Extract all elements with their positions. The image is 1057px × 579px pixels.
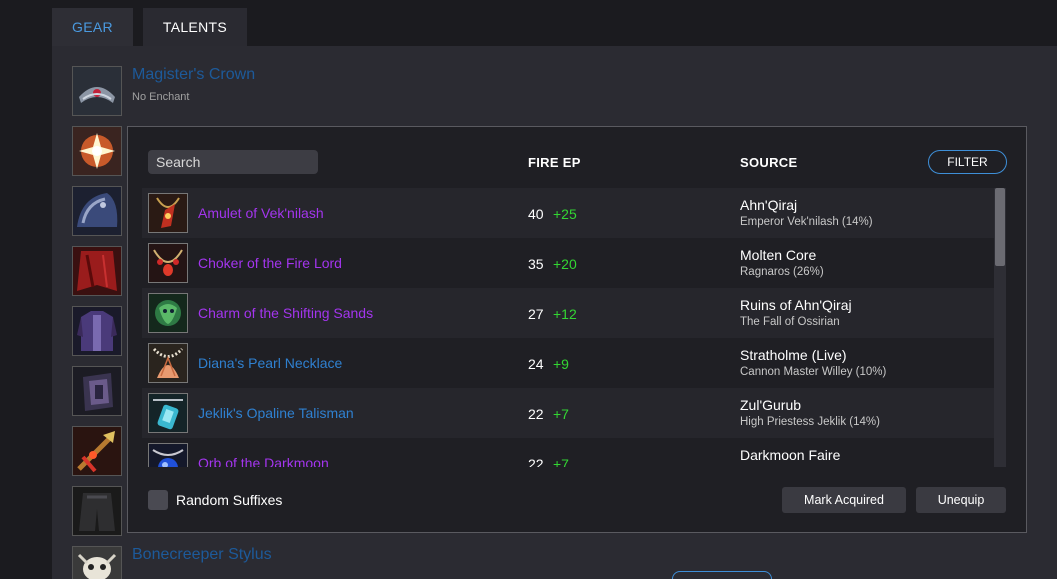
mark-acquired-button[interactable]: Mark Acquired [782,487,906,513]
left-gutter [0,0,52,579]
pearl-necklace-icon [148,343,188,383]
choker-red-icon [148,243,188,283]
filter-button[interactable]: FILTER [928,150,1007,174]
scroll-thumb[interactable] [995,188,1005,266]
trinket-slot-icon[interactable] [72,546,122,579]
shoulder-slot-icon[interactable] [72,186,122,236]
item-source-zone: Ruins of Ahn'Qiraj [740,297,852,313]
item-ep: 24 [528,356,544,372]
item-list[interactable]: Amulet of Vek'nilash 40 +25 Ahn'Qiraj Em… [142,188,994,467]
item-source-zone: Molten Core [740,247,817,263]
item-source-boss: The Fall of Ossirian [740,316,840,328]
item-name[interactable]: Charm of the Shifting Sands [198,305,373,321]
head-slot-icon[interactable] [72,66,122,116]
item-source-boss: Cannon Master Willey (10%) [740,366,887,378]
head-slot-enchant: No Enchant [132,91,190,103]
item-name[interactable]: Jeklik's Opaline Talisman [198,405,354,421]
item-source-zone: Zul'Gurub [740,397,802,413]
item-picker-modal: FIRE EP SOURCE FILTER Amulet of Vek'nila… [127,126,1027,533]
trinket-slot-name[interactable]: Bonecreeper Stylus [132,546,272,564]
item-source-boss: Emperor Vek'nilash (14%) [740,216,873,228]
head-slot-name[interactable]: Magister's Crown [132,66,255,84]
item-ep: 22 [528,456,544,467]
wrist-slot-icon[interactable] [72,366,122,416]
back-slot-icon[interactable] [72,246,122,296]
item-ep-delta: +7 [553,456,569,467]
list-item[interactable]: Diana's Pearl Necklace 24 +9 Stratholme … [142,338,994,388]
item-name[interactable]: Diana's Pearl Necklace [198,355,342,371]
list-item[interactable]: Orb of the Darkmoon 22 +7 Darkmoon Faire [142,438,994,467]
legs-slot-icon[interactable] [72,486,122,536]
list-item[interactable]: Jeklik's Opaline Talisman 22 +7 Zul'Guru… [142,388,994,438]
source-column-header[interactable]: SOURCE [740,155,797,170]
item-ep-delta: +25 [553,206,577,222]
item-ep-delta: +7 [553,406,569,422]
charm-green-icon [148,293,188,333]
tab-talents[interactable]: TALENTS [142,8,247,46]
partial-outline-button[interactable] [672,571,772,579]
tab-gear[interactable]: GEAR [52,8,133,46]
item-name[interactable]: Amulet of Vek'nilash [198,205,324,221]
item-source-zone: Darkmoon Faire [740,447,841,463]
item-ep: 27 [528,306,544,322]
ep-column-header[interactable]: FIRE EP [528,155,581,170]
item-ep: 22 [528,406,544,422]
item-source-boss: Ragnaros (26%) [740,266,824,278]
random-suffixes-label[interactable]: Random Suffixes [176,492,282,508]
item-source-boss: High Priestess Jeklik (14%) [740,416,880,428]
blue-orb-icon [148,443,188,467]
item-ep-delta: +9 [553,356,569,372]
list-item[interactable]: Amulet of Vek'nilash 40 +25 Ahn'Qiraj Em… [142,188,994,238]
search-input[interactable] [148,150,318,174]
random-suffixes-checkbox[interactable] [148,490,168,510]
item-ep: 40 [528,206,544,222]
list-item[interactable]: Charm of the Shifting Sands 27 +12 Ruins… [142,288,994,338]
chest-slot-icon[interactable] [72,306,122,356]
neck-slot-icon[interactable] [72,126,122,176]
item-ep-delta: +12 [553,306,577,322]
hand-slot-icon[interactable] [72,426,122,476]
item-ep: 35 [528,256,544,272]
item-ep-delta: +20 [553,256,577,272]
unequip-button[interactable]: Unequip [916,487,1006,513]
tab-bar: GEAR TALENTS [52,8,257,46]
opaline-talisman-icon [148,393,188,433]
item-source-zone: Stratholme (Live) [740,347,847,363]
amulet-red-icon [148,193,188,233]
item-list-scrollbar[interactable] [994,188,1006,467]
item-name[interactable]: Orb of the Darkmoon [198,455,329,467]
item-source-zone: Ahn'Qiraj [740,197,798,213]
item-name[interactable]: Choker of the Fire Lord [198,255,342,271]
list-item[interactable]: Choker of the Fire Lord 35 +20 Molten Co… [142,238,994,288]
